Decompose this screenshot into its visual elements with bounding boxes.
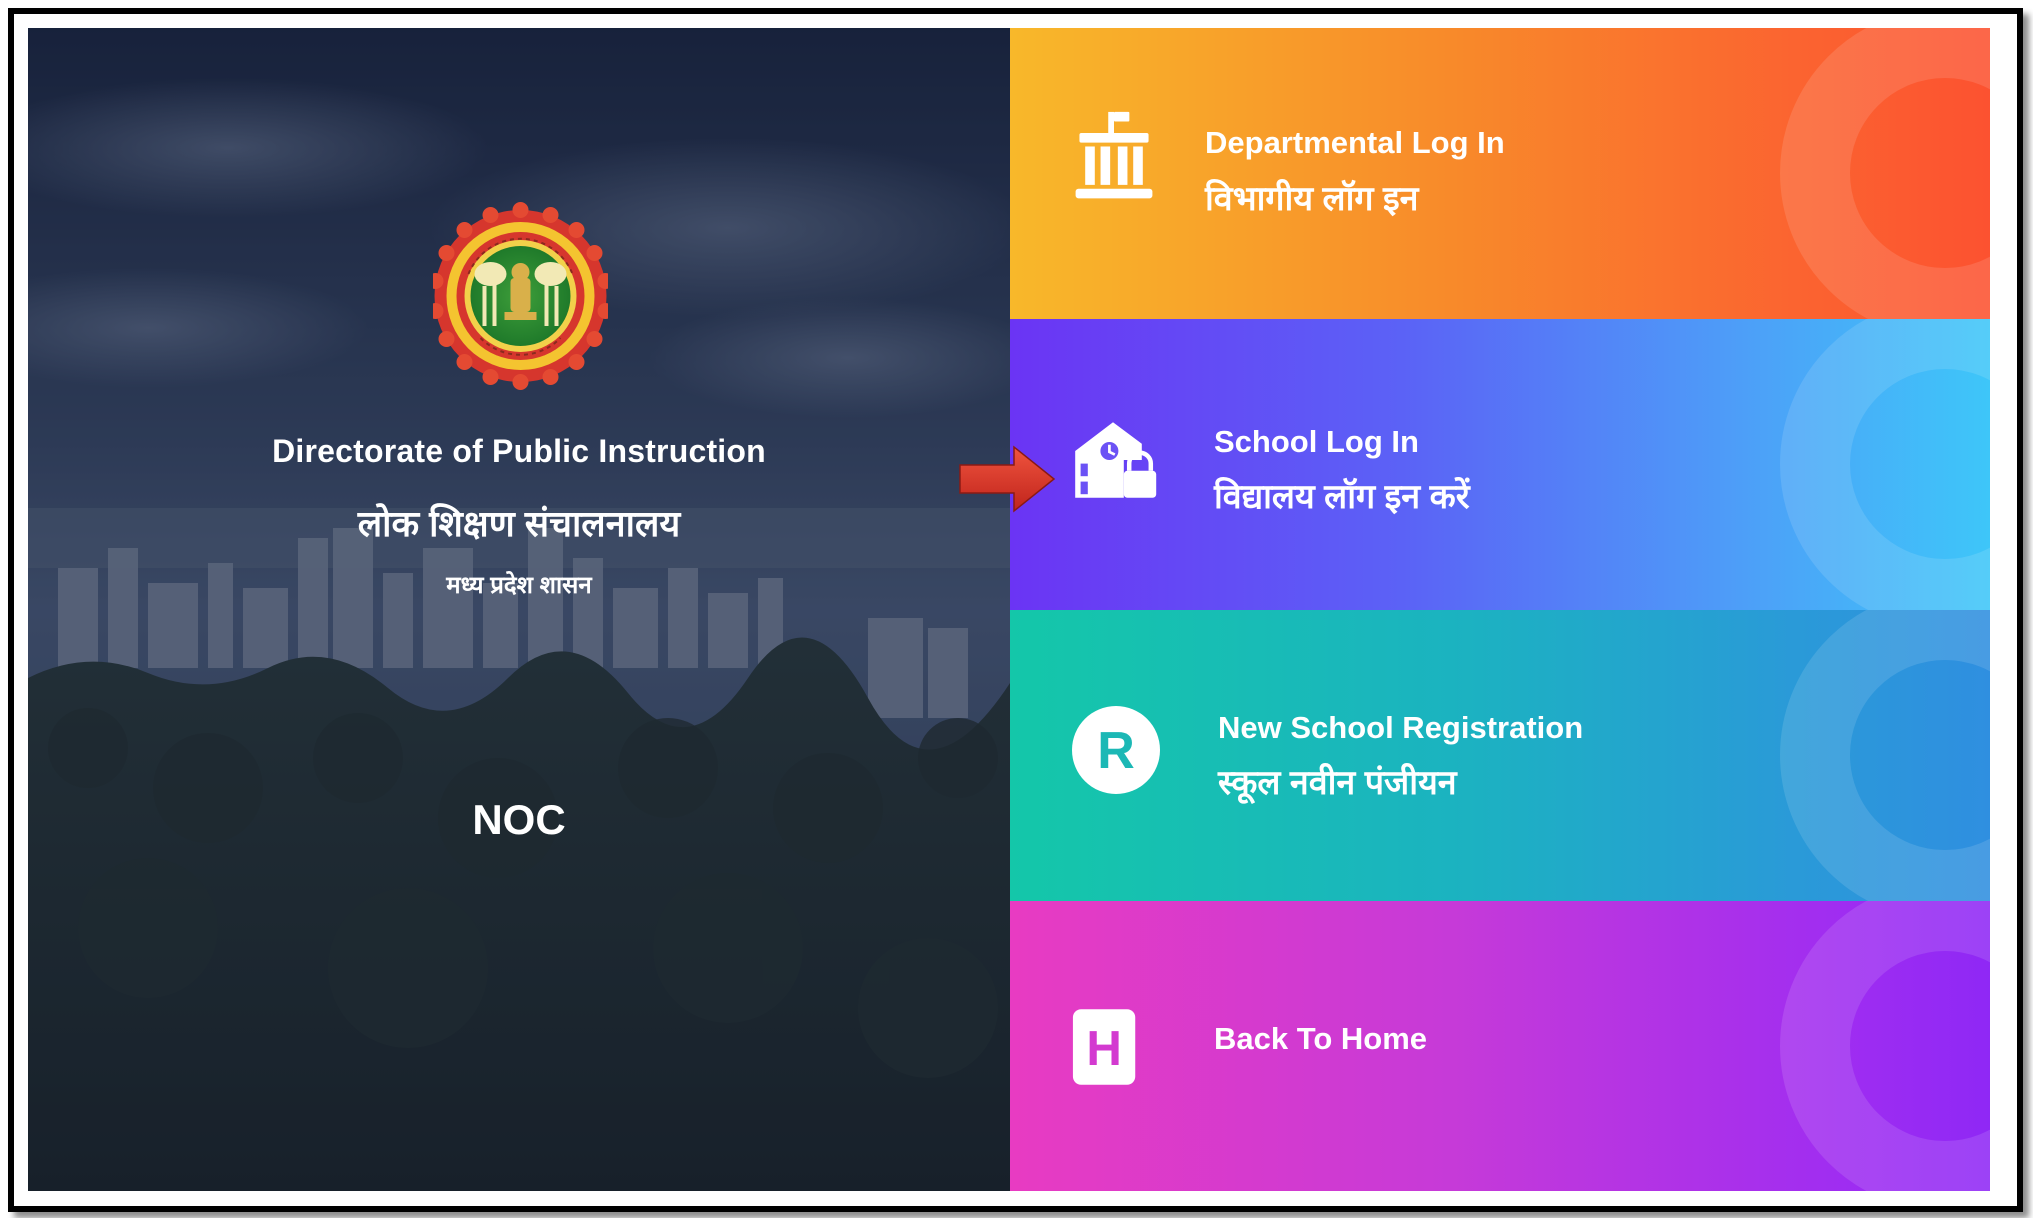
departmental-login-label-english: Departmental Log In	[1205, 125, 1505, 160]
left-branding-panel: Directorate of Public Instruction लोक शि…	[28, 28, 1010, 1191]
decorative-ring	[1780, 319, 1990, 610]
school-lock-icon	[1075, 422, 1157, 498]
decorative-ring	[1780, 28, 1990, 319]
school-login-label-hindi: विद्यालय लॉग इन करें	[1214, 478, 1470, 516]
decorative-ring	[1780, 901, 1990, 1191]
departmental-login-label-hindi: विभागीय लॉग इन	[1205, 180, 1419, 218]
registration-r-icon: R	[1072, 706, 1160, 794]
departmental-login-button[interactable]: Departmental Log In विभागीय लॉग इन	[1010, 28, 1990, 319]
decorative-ring	[1780, 610, 1990, 901]
school-login-button[interactable]: School Log In विद्यालय लॉग इन करें	[1010, 319, 1990, 610]
building-columns-icon	[1075, 111, 1153, 199]
directorate-title-hindi: लोक शिक्षण संचालनालय	[357, 503, 681, 544]
noc-login-page: Directorate of Public Instruction लोक शि…	[28, 28, 1990, 1191]
red-arrow-right-icon	[959, 445, 1056, 513]
back-to-home-button[interactable]: H Back To Home	[1010, 901, 1990, 1191]
registration-label-hindi: स्कूल नवीन पंजीयन	[1218, 764, 1457, 802]
government-subtitle-hindi: मध्य प्रदेश शासन	[446, 572, 592, 599]
svg-text:H: H	[1086, 1021, 1122, 1076]
back-to-home-label: Back To Home	[1214, 1021, 1428, 1056]
new-school-registration-button[interactable]: R New School Registration स्कूल नवीन पंज…	[1010, 610, 1990, 901]
app-name-noc: NOC	[472, 796, 566, 843]
mp-government-emblem-icon	[433, 202, 608, 390]
home-h-icon: H	[1072, 1009, 1136, 1085]
directorate-title-english: Directorate of Public Instruction	[272, 433, 766, 469]
school-login-label-english: School Log In	[1214, 424, 1419, 459]
svg-text:R: R	[1097, 722, 1135, 780]
login-options-panel: Departmental Log In विभागीय लॉग इन Schoo…	[1010, 28, 1990, 1191]
registration-label-english: New School Registration	[1218, 710, 1584, 745]
